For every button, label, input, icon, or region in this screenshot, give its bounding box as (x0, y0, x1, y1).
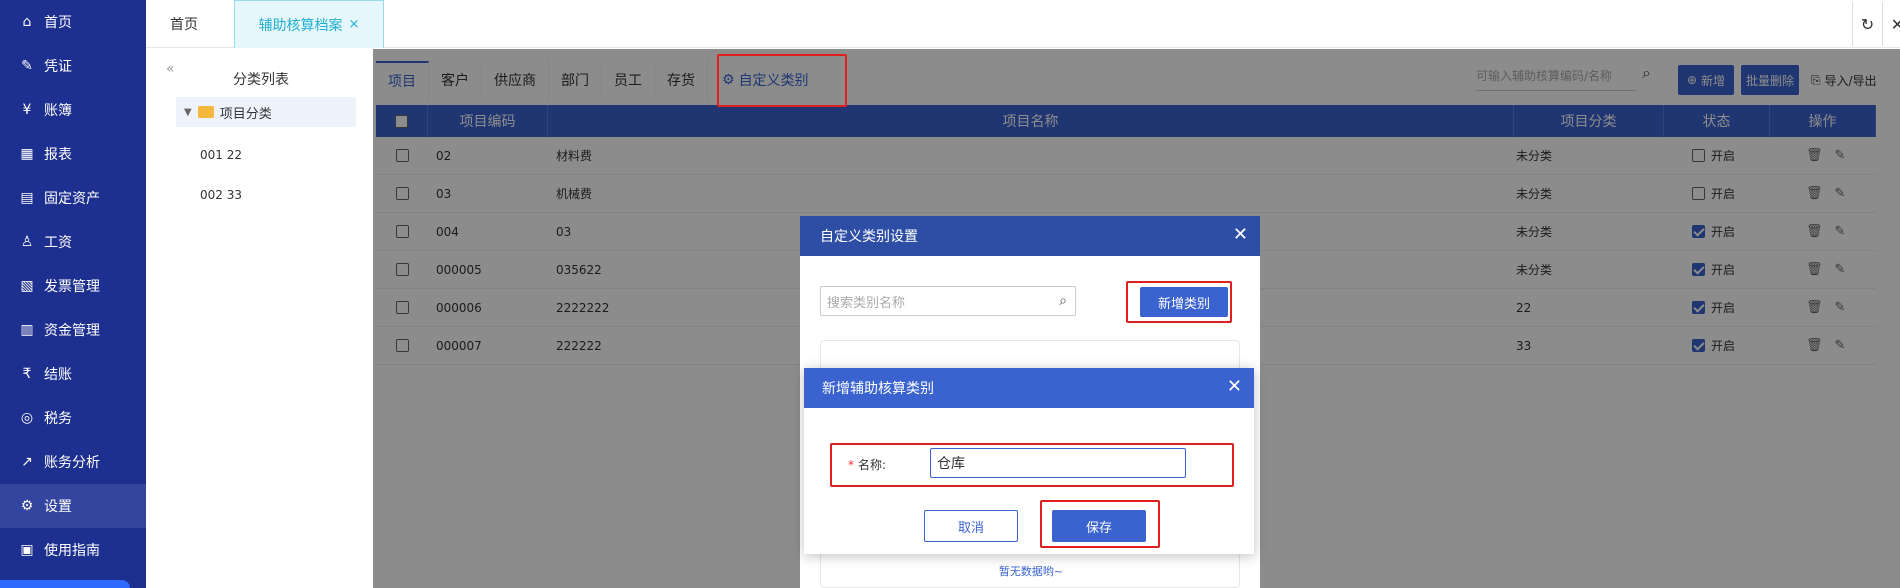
sidebar-item[interactable]: ▤ 固定资产 (0, 176, 146, 220)
sidebar-item[interactable]: ↗ 账务分析 (0, 440, 146, 484)
sidebar-bottom-tab (0, 580, 130, 588)
top-tab-bar: 首页 辅助核算档案 × ↻ ✕ (146, 0, 1900, 48)
category-list-title: 分类列表 (233, 72, 289, 88)
tree-item[interactable]: 002 33 (200, 188, 242, 202)
new-category-dialog-header: 新增辅助核算类别 ✕ (804, 368, 1254, 408)
sidebar-item-label: 设置 (44, 499, 72, 515)
sidebar-item-label: 结账 (44, 367, 72, 383)
sidebar-item-label: 固定资产 (44, 191, 100, 207)
cancel-button[interactable]: 取消 (924, 510, 1018, 542)
sidebar-item-label: 使用指南 (44, 543, 100, 559)
category-search-input[interactable]: 搜索类别名称 ⌕ (820, 286, 1076, 316)
sidebar-item-label: 凭证 (44, 59, 72, 75)
sidebar-item[interactable]: ▧ 发票管理 (0, 264, 146, 308)
name-field-label: * 名称: (848, 456, 886, 473)
invoice-icon: ▧ (20, 278, 34, 294)
tab-aux-accounting-label: 辅助核算档案 (258, 17, 343, 34)
salary-icon: ♙ (20, 234, 34, 250)
tab-aux-accounting[interactable]: 辅助核算档案 × (234, 0, 384, 48)
category-search-placeholder: 搜索类别名称 (827, 295, 906, 311)
save-button[interactable]: 保存 (1052, 510, 1146, 542)
checkout-icon: ₹ (22, 366, 32, 382)
sidebar-item-label: 发票管理 (44, 279, 100, 295)
tree-item[interactable]: 001 22 (200, 148, 242, 162)
tab-home-label: 首页 (170, 17, 198, 33)
close-tab-icon[interactable]: × (349, 17, 360, 32)
sidebar-item-label: 报表 (44, 147, 72, 163)
category-name-input[interactable]: 仓库 (930, 448, 1186, 478)
close-all-icon[interactable]: ✕ (1882, 2, 1900, 46)
folder-icon (197, 106, 214, 118)
sidebar-item[interactable]: ✎ 凭证 (0, 44, 146, 88)
search-icon: ⌕ (1059, 293, 1067, 309)
tree-root-label: 项目分类 (219, 106, 272, 122)
tax-icon: ◎ (20, 410, 34, 426)
add-category-button[interactable]: 新增类别 (1140, 287, 1228, 317)
yen-icon: ¥ (22, 102, 32, 118)
sidebar-item[interactable]: ₹ 结账 (0, 352, 146, 396)
caret-down-icon: ▼ (184, 106, 192, 118)
empty-state-text: 暂无数据哟~ (998, 565, 1064, 578)
tab-home[interactable]: 首页 (170, 0, 198, 48)
fund-icon: ▥ (20, 322, 34, 338)
sidebar-item-label: 账簿 (44, 103, 72, 119)
sidebar-item[interactable]: ▥ 资金管理 (0, 308, 146, 352)
sidebar-item-label: 资金管理 (44, 323, 100, 339)
sidebar-item-label: 税务 (44, 411, 72, 427)
tree-root-project-category[interactable]: ▼ 项目分类 (176, 97, 356, 127)
sidebar-item[interactable]: ⌂ 首页 (0, 0, 146, 44)
collapse-panel-icon[interactable]: « (166, 61, 180, 91)
home-icon: ⌂ (22, 14, 32, 30)
report-icon: ▦ (20, 146, 34, 162)
guide-icon: ▣ (20, 542, 34, 558)
dialog-title: 自定义类别设置 (820, 229, 918, 245)
analysis-icon: ↗ (21, 454, 33, 470)
sidebar-item-label: 工资 (44, 235, 72, 251)
name-label-text: 名称: (858, 458, 887, 472)
voucher-icon: ✎ (21, 58, 33, 74)
refresh-icon[interactable]: ↻ (1852, 2, 1882, 46)
sidebar: ⌂ 首页 ✎ 凭证 ¥ 账簿 ▦ 报表 ▤ 固定资产 ♙ 工资 ▧ 发票管理 ▥ 资金管理 ₹ 结账 ◎ 税务 ↗ 账务分… (0, 0, 146, 588)
custom-category-dialog-header: 自定义类别设置 ✕ (800, 216, 1260, 256)
close-icon[interactable]: ✕ (1227, 376, 1242, 397)
sidebar-item[interactable]: ¥ 账簿 (0, 88, 146, 132)
sidebar-item[interactable]: ♙ 工资 (0, 220, 146, 264)
close-icon[interactable]: ✕ (1233, 224, 1248, 245)
sidebar-item-label: 首页 (44, 15, 72, 31)
sidebar-item[interactable]: ▣ 使用指南 (0, 528, 146, 572)
new-category-dialog: 新增辅助核算类别 ✕ * 名称: 仓库 取消 保存 (804, 368, 1254, 554)
dialog-title: 新增辅助核算类别 (822, 381, 934, 397)
asset-icon: ▤ (20, 190, 34, 206)
required-mark: * (848, 458, 854, 472)
sidebar-item-label: 账务分析 (44, 455, 100, 471)
gear-icon: ⚙ (20, 498, 34, 514)
sidebar-item[interactable]: ◎ 税务 (0, 396, 146, 440)
sidebar-item[interactable]: ▦ 报表 (0, 132, 146, 176)
sidebar-item[interactable]: ⚙ 设置 (0, 484, 146, 528)
